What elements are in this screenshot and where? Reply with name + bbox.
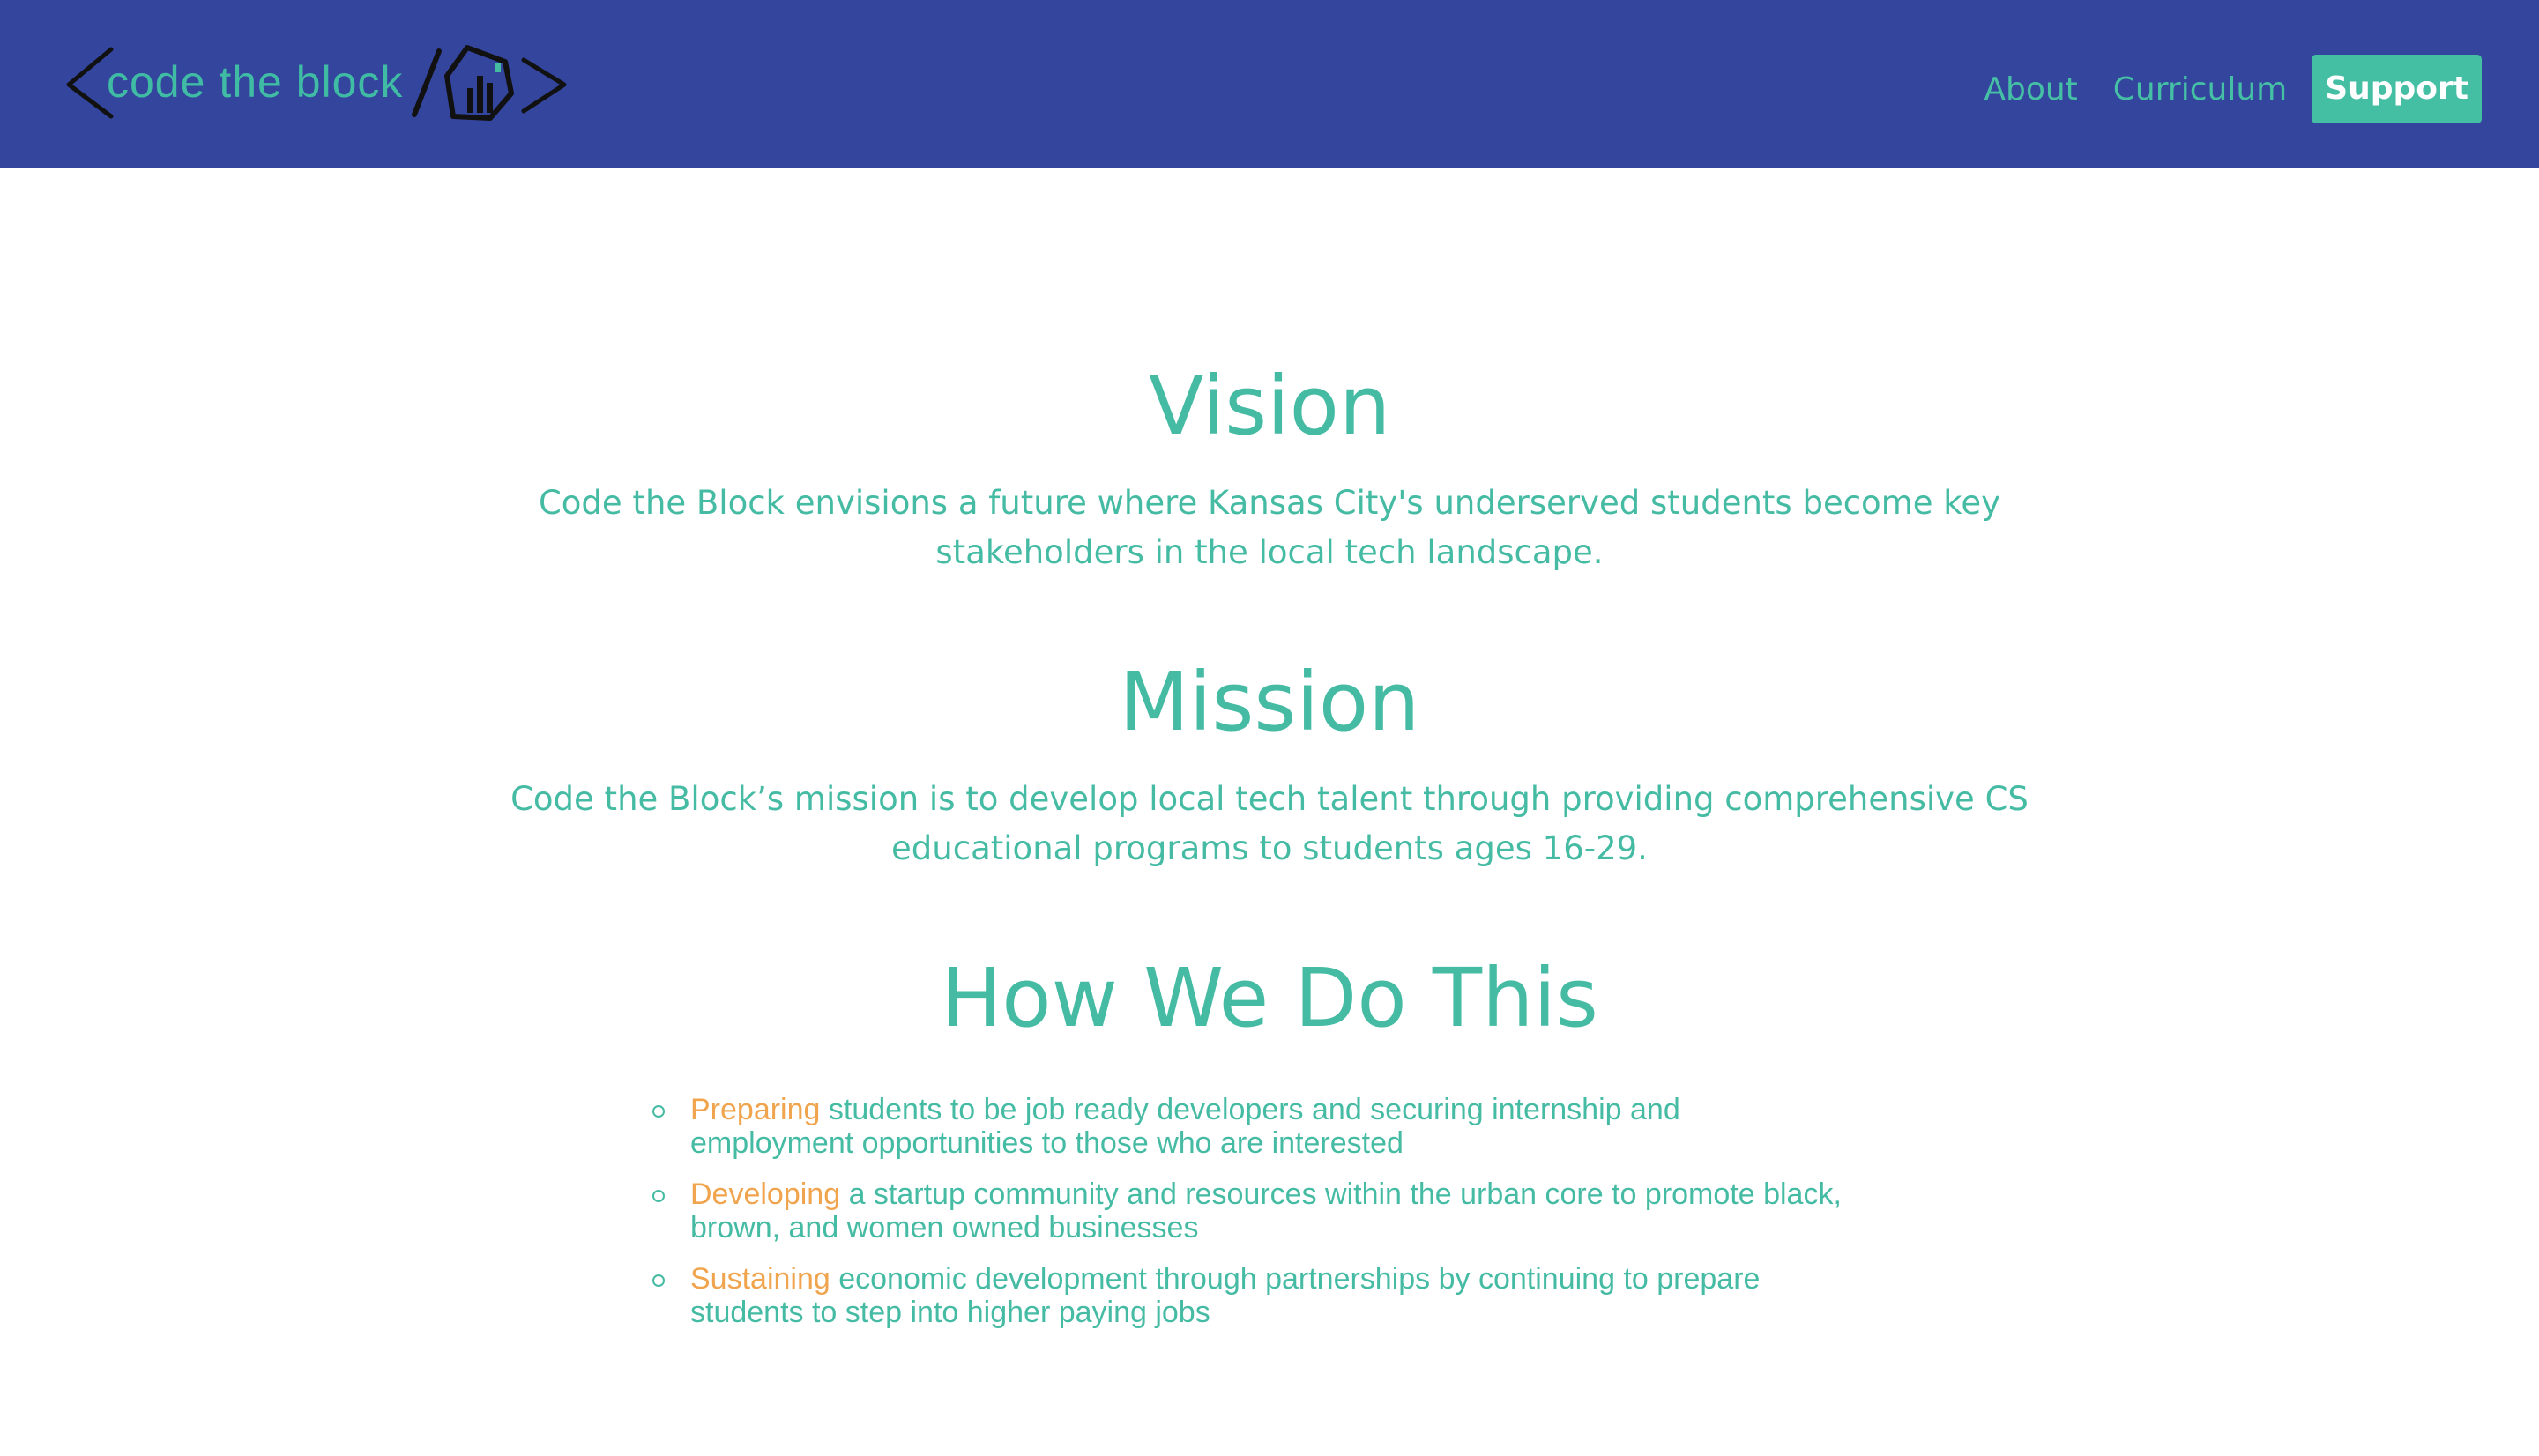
bullet-circle-icon (652, 1190, 665, 1202)
list-item: Sustaining economic development through … (652, 1262, 1851, 1329)
vision-text: Code the Block envisions a future where … (538, 484, 2001, 571)
list-item: Developing a startup community and resou… (652, 1177, 1851, 1244)
mission-text: Code the Block’s mission is to develop l… (510, 780, 2029, 867)
mission-title: Mission (1119, 655, 1420, 749)
logo-text: code the block (107, 57, 404, 107)
navbar: code the block About Curriculum Support (0, 0, 2539, 168)
vision-title: Vision (1148, 359, 1391, 453)
main-nav: About Curriculum Support (1948, 55, 2482, 123)
bullet-circle-icon (652, 1274, 665, 1287)
item-keyword: Preparing (690, 1093, 821, 1126)
nav-link-curriculum[interactable]: Curriculum (2113, 71, 2287, 108)
item-keyword: Sustaining (690, 1262, 830, 1296)
list-item: Preparing students to be job ready devel… (652, 1093, 1851, 1160)
nav-link-about[interactable]: About (1984, 71, 2077, 108)
item-text: a startup community and resources within… (690, 1177, 1842, 1244)
item-text: economic development through partnership… (690, 1262, 1761, 1329)
bullet-circle-icon (652, 1105, 665, 1118)
how-list: Preparing students to be job ready devel… (652, 1093, 1851, 1347)
item-keyword: Developing (690, 1177, 841, 1211)
item-text: students to be job ready developers and … (690, 1093, 1680, 1160)
support-button[interactable]: Support (2312, 55, 2482, 123)
how-title: How We Do This (941, 951, 1598, 1045)
